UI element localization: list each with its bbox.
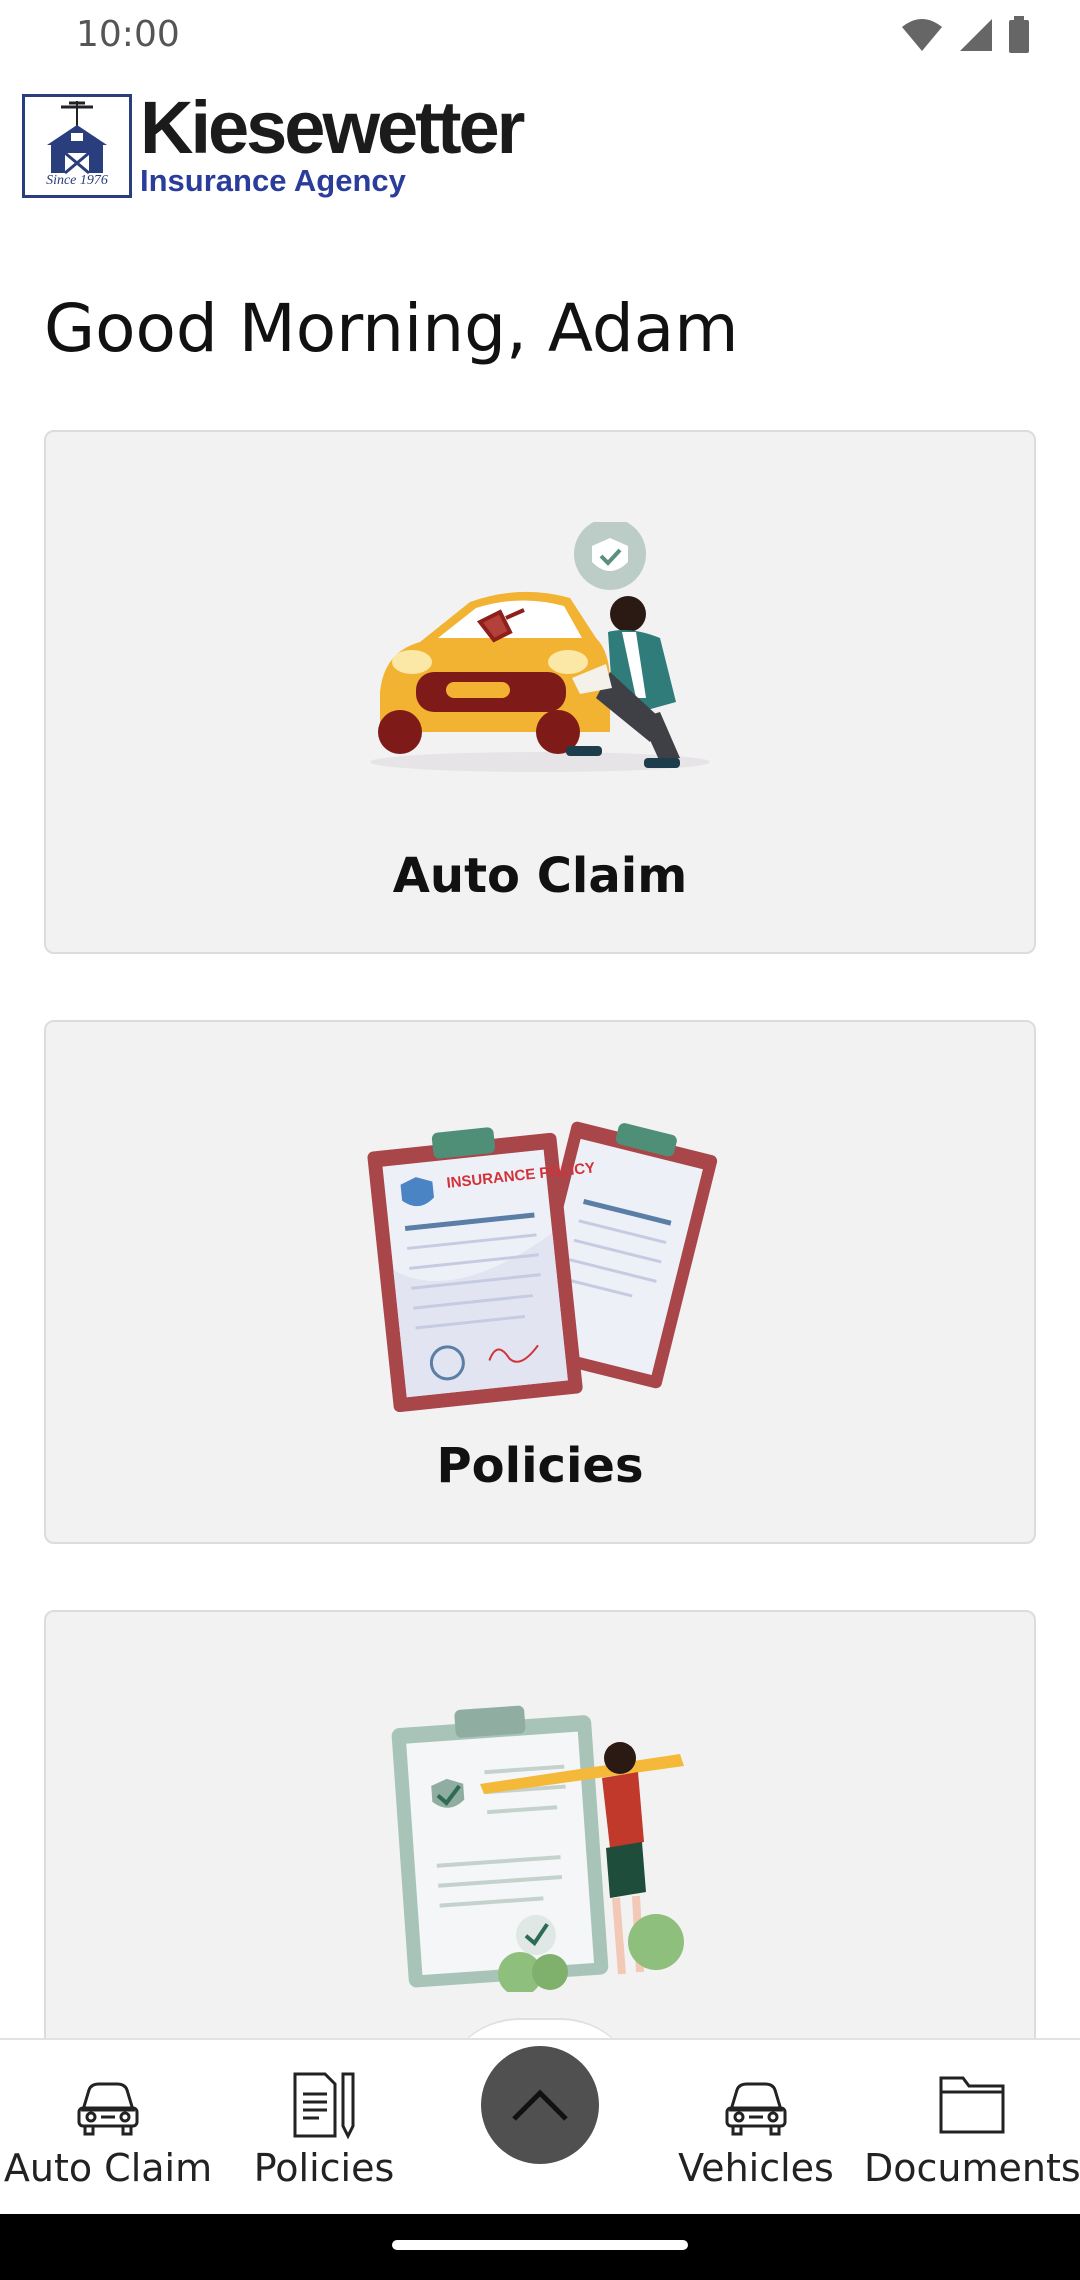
nav-label-documents: Documents bbox=[864, 2146, 1080, 2190]
checklist-illustration bbox=[391, 1705, 684, 1992]
home-gesture-pill[interactable] bbox=[392, 2240, 688, 2250]
car-icon bbox=[725, 2082, 787, 2136]
card-auto-claim-label: Auto Claim bbox=[392, 848, 688, 904]
nav-label-vehicles: Vehicles bbox=[678, 2146, 834, 2190]
wifi-icon bbox=[902, 19, 942, 51]
signal-icon bbox=[960, 19, 992, 51]
document-pen-icon bbox=[293, 2072, 355, 2140]
agency-logo: Since 1976 Kiesewetter Insurance Agency bbox=[22, 88, 542, 202]
app-screen: 10:00 Since 1976 Kiesewetter Insurance A… bbox=[0, 0, 1080, 2280]
nav-item-policies[interactable]: Policies bbox=[216, 2070, 432, 2190]
auto-claim-illustration bbox=[370, 522, 710, 772]
nav-item-documents[interactable]: Documents bbox=[864, 2070, 1080, 2190]
card-auto-claim[interactable]: Auto Claim bbox=[44, 430, 1036, 954]
insurance-policy-illustration: INSURANCE POLICY bbox=[367, 1121, 718, 1412]
status-time: 10:00 bbox=[76, 14, 180, 55]
greeting-title: Good Morning, Adam bbox=[44, 290, 739, 367]
logo-since: Since 1976 bbox=[46, 173, 108, 188]
logo-badge: Since 1976 bbox=[22, 94, 132, 198]
status-bar: 10:00 bbox=[0, 0, 1080, 72]
nav-label-auto-claim: Auto Claim bbox=[3, 2146, 213, 2190]
nav-item-vehicles[interactable]: Vehicles bbox=[648, 2070, 864, 2190]
battery-icon bbox=[1009, 16, 1029, 53]
logo-name: Kiesewetter bbox=[140, 86, 525, 169]
card-policies[interactable]: INSURANCE POLICY Policies bbox=[44, 1020, 1036, 1544]
status-icons bbox=[900, 16, 1030, 54]
barn-weathervane-icon bbox=[25, 97, 129, 177]
card-policies-label: Policies bbox=[436, 1438, 644, 1494]
folder-icon bbox=[939, 2076, 1005, 2134]
scroll-top-button[interactable] bbox=[481, 2046, 599, 2164]
car-icon bbox=[77, 2082, 139, 2136]
chevron-up-icon bbox=[512, 2089, 568, 2121]
nav-item-auto-claim[interactable]: Auto Claim bbox=[0, 2070, 216, 2190]
logo-subtitle: Insurance Agency bbox=[140, 163, 406, 198]
nav-label-policies: Policies bbox=[253, 2146, 395, 2190]
